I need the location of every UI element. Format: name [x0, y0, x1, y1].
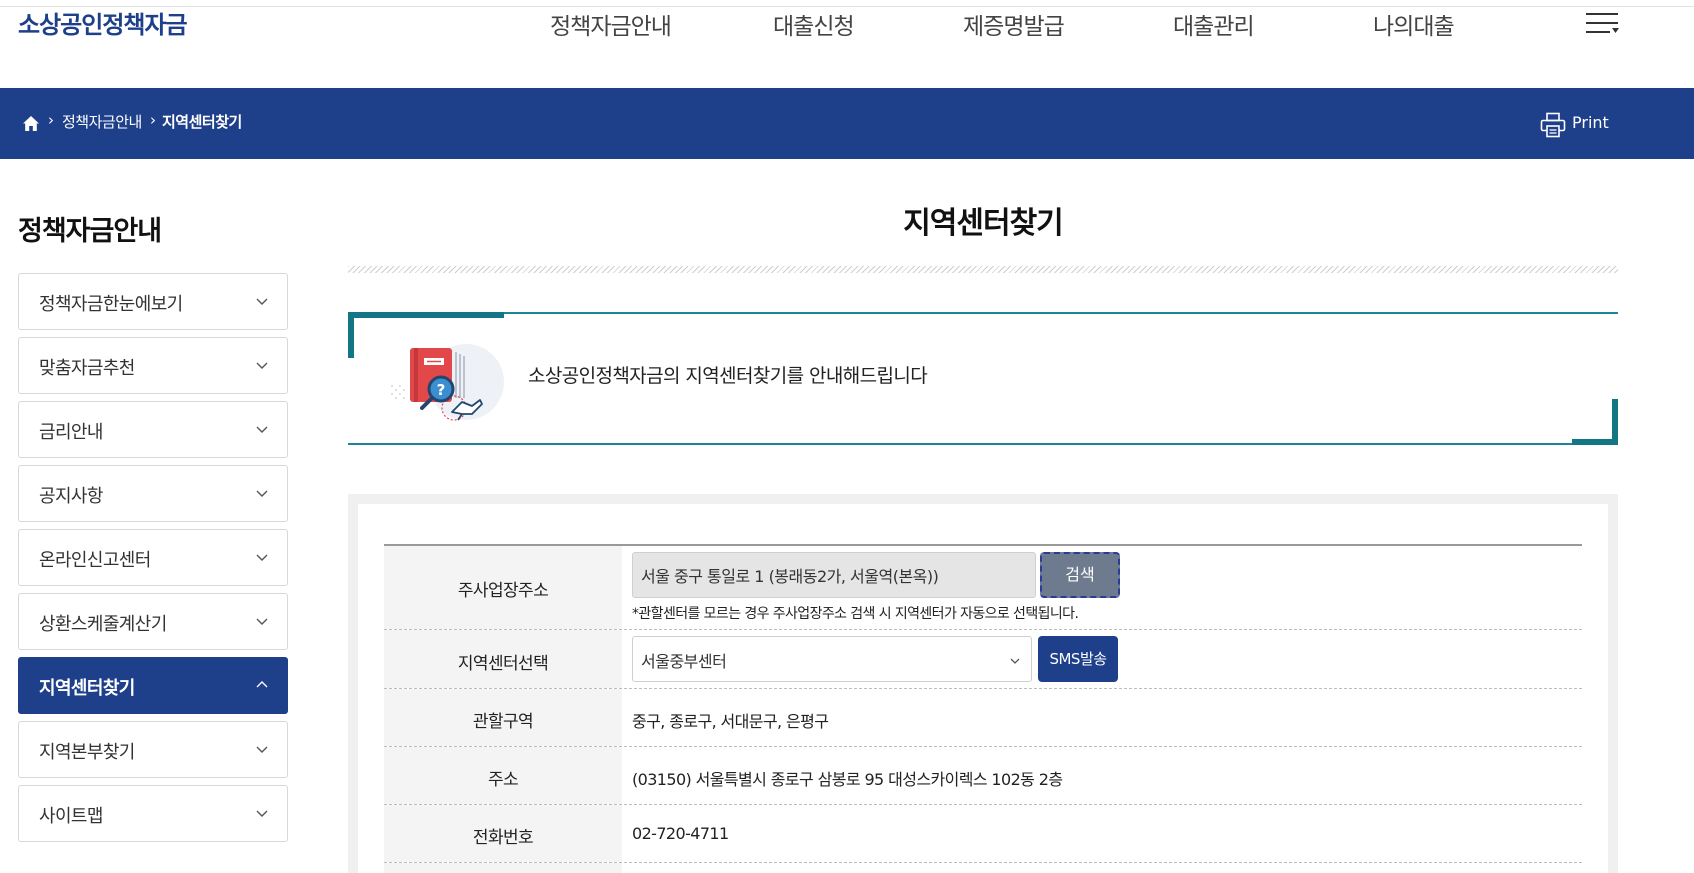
sidebar-item-interest-rate[interactable]: 금리안내 — [18, 401, 288, 458]
row-business-address: 주사업장주소 검색 *관할센터를 모르는 경우 주사업장주소 검색 시 지역센터… — [384, 546, 1582, 630]
sms-send-button[interactable]: SMS발송 — [1038, 636, 1118, 682]
sidebar-item-online-report[interactable]: 온라인신고센터 — [18, 529, 288, 586]
breadcrumb-bar: › 정책자금안내 › 지역센터찾기 Print — [0, 88, 1694, 159]
sidebar-item-repayment-calculator[interactable]: 상환스케줄계산기 — [18, 593, 288, 650]
nav-item-loan-manage[interactable]: 대출관리 — [1173, 7, 1255, 41]
nav-item-my-loan[interactable]: 나의대출 — [1373, 7, 1455, 41]
sidebar-item-custom-recommend[interactable]: 맞춤자금추천 — [18, 337, 288, 394]
page-title: 지역센터찾기 — [903, 206, 1064, 241]
breadcrumb-item-policy-fund[interactable]: 정책자금안내 — [62, 111, 142, 132]
breadcrumb-item-current[interactable]: 지역센터찾기 — [162, 111, 242, 132]
label-business-address: 주사업장주소 — [457, 581, 549, 601]
svg-text:?: ? — [437, 381, 446, 399]
sidebar-item-label: 온라인신고센터 — [39, 550, 151, 571]
business-address-input[interactable] — [632, 552, 1036, 598]
nav-item-certificate[interactable]: 제증명발급 — [963, 7, 1065, 41]
sidebar-item-label: 상환스케줄계산기 — [39, 614, 167, 635]
row-address: 주소 (03150) 서울특별시 종로구 삼봉로 95 대성스카이렉스 102동… — [384, 747, 1582, 805]
center-select[interactable]: 서울중부센터 — [632, 636, 1032, 682]
label-center-select: 지역센터선택 — [457, 654, 549, 674]
menu-icon[interactable] — [1586, 13, 1619, 35]
sidebar-item-label: 금리안내 — [39, 422, 103, 443]
breadcrumb-separator: › — [48, 111, 54, 129]
intro-box: ? 소상공인정책자금의 지역센터찾기를 안내해드립니다 — [348, 312, 1618, 445]
home-icon[interactable] — [22, 115, 40, 133]
chevron-down-icon — [256, 298, 268, 305]
sidebar-item-label: 지역센터찾기 — [39, 678, 135, 699]
row-district: 관할구역 중구, 종로구, 서대문구, 은평구 — [384, 689, 1582, 747]
label-address: 주소 — [487, 770, 519, 790]
center-search-illustration: ? — [391, 344, 504, 421]
center-select-value: 서울중부센터 — [641, 652, 727, 671]
nav-item-loan-apply[interactable]: 대출신청 — [773, 7, 855, 41]
breadcrumb-separator: › — [150, 111, 156, 129]
address-search-button[interactable]: 검색 — [1040, 552, 1120, 598]
district-value: 중구, 종로구, 서대문구, 은평구 — [632, 712, 829, 731]
row-next — [384, 863, 1582, 873]
label-phone: 전화번호 — [472, 828, 534, 848]
sidebar-item-notice[interactable]: 공지사항 — [18, 465, 288, 522]
chevron-down-icon — [256, 426, 268, 433]
nav-item-policy-fund[interactable]: 정책자금안내 — [550, 7, 672, 41]
center-search-form: 주사업장주소 검색 *관할센터를 모르는 경우 주사업장주소 검색 시 지역센터… — [348, 494, 1618, 873]
address-value: (03150) 서울특별시 종로구 삼봉로 95 대성스카이렉스 102동 2층 — [632, 770, 1063, 789]
print-icon — [1540, 112, 1566, 138]
chevron-down-icon — [1010, 658, 1020, 664]
center-info-table: 주사업장주소 검색 *관할센터를 모르는 경우 주사업장주소 검색 시 지역센터… — [384, 544, 1582, 873]
address-hint: *관할센터를 모르는 경우 주사업장주소 검색 시 지역센터가 자동으로 선택됩… — [632, 606, 1079, 622]
chevron-up-icon — [256, 681, 268, 688]
sidebar-item-label: 맞춤자금추천 — [39, 358, 135, 379]
chevron-down-icon — [256, 746, 268, 753]
sidebar-item-label: 공지사항 — [39, 486, 103, 507]
sidebar-item-sitemap[interactable]: 사이트맵 — [18, 785, 288, 842]
sidebar-item-label: 지역본부찾기 — [39, 742, 135, 763]
chevron-down-icon — [256, 618, 268, 625]
global-nav: 정책자금안내 대출신청 제증명발급 대출관리 나의대출 — [0, 7, 1694, 47]
title-divider — [348, 266, 1618, 273]
sidebar-item-label: 정책자금한눈에보기 — [39, 294, 183, 315]
phone-value: 02-720-4711 — [632, 824, 729, 843]
sidebar-item-center-search[interactable]: 지역센터찾기 — [18, 657, 288, 714]
label-district: 관할구역 — [472, 712, 534, 732]
sidebar-title: 정책자금안내 — [18, 216, 162, 247]
intro-text: 소상공인정책자금의 지역센터찾기를 안내해드립니다 — [528, 365, 928, 387]
row-center-select: 지역센터선택 서울중부센터 SMS발송 — [384, 630, 1582, 689]
sidebar-item-label: 사이트맵 — [39, 806, 103, 827]
chevron-down-icon — [256, 362, 268, 369]
chevron-down-icon — [256, 810, 268, 817]
print-label: Print — [1572, 113, 1609, 132]
sidebar-item-hq-search[interactable]: 지역본부찾기 — [18, 721, 288, 778]
row-phone: 전화번호 02-720-4711 — [384, 805, 1582, 863]
chevron-down-icon — [256, 554, 268, 561]
sidebar-item-overview[interactable]: 정책자금한눈에보기 — [18, 273, 288, 330]
chevron-down-icon — [256, 490, 268, 497]
